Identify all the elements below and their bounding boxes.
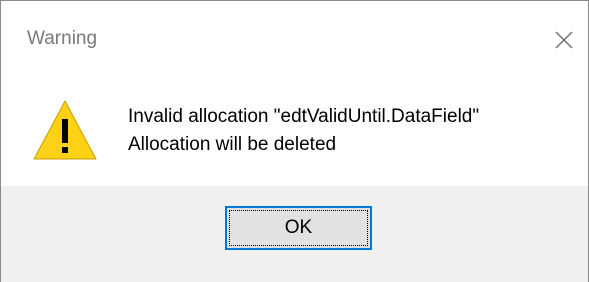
close-icon [555,31,573,49]
warning-icon [31,97,99,165]
window-title: Warning [27,28,98,49]
close-button[interactable] [547,23,581,57]
title-bar: Warning [1,1,588,77]
button-bar: OK [1,186,588,282]
message-line-2: Allocation will be deleted [128,134,337,155]
ok-button-label: OK [229,210,368,246]
message-text: Invalid allocation "edtValidUntil.DataFi… [128,103,479,159]
warning-dialog: Warning Invalid allocation "edtValidUnti… [0,0,589,282]
message-line-1: Invalid allocation "edtValidUntil.DataFi… [128,106,480,127]
ok-button[interactable]: OK [225,206,372,250]
